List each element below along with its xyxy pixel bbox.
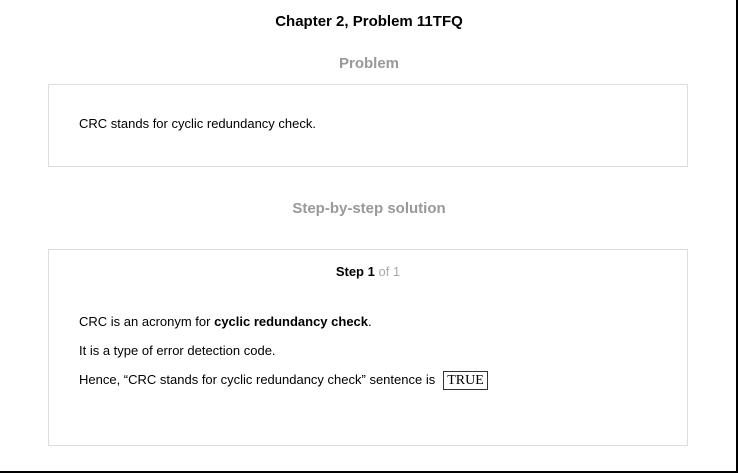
line3-text: Hence, “CRC stands for cyclic redundancy… <box>79 372 436 387</box>
line1-end: . <box>368 314 372 329</box>
step-count: of 1 <box>378 264 401 279</box>
line1-text: CRC is an acronym for <box>79 314 215 329</box>
solution-line-2: It is a type of error detection code. <box>79 343 276 358</box>
problem-heading: Problem <box>338 55 399 72</box>
step-indicator: Step 1 of 1 <box>49 264 687 279</box>
solution-line-3: Hence, “CRC stands for cyclic redundancy… <box>79 371 488 390</box>
solution-heading: Step-by-step solution <box>292 200 446 217</box>
answer-box: TRUE <box>443 371 488 390</box>
line1-bold: cyclic redundancy check <box>214 314 369 329</box>
solution-line-1: CRC is an acronym for cyclic redundancy … <box>79 314 372 329</box>
step-label: Step 1 <box>335 264 375 279</box>
step-box: Step 1 of 1 CRC is an acronym for cyclic… <box>48 249 688 446</box>
problem-box: CRC stands for cyclic redundancy check. <box>48 84 688 167</box>
page-title: Chapter 2, Problem 11TFQ <box>275 13 463 30</box>
problem-text: CRC stands for cyclic redundancy check. <box>79 116 316 131</box>
